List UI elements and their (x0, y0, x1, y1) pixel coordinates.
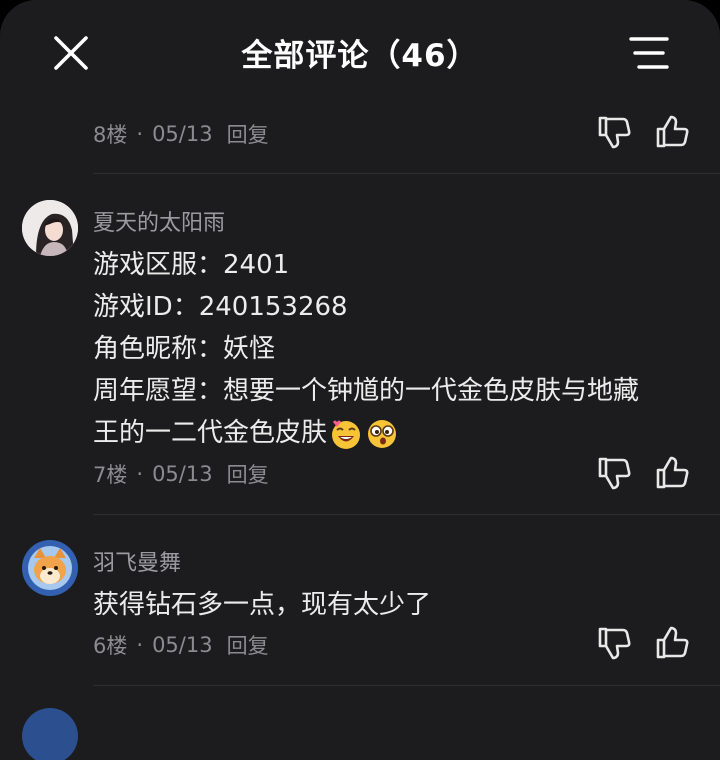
comment-meta: 8楼 · 05/13 回复 (93, 119, 269, 149)
like-button[interactable] (654, 625, 690, 661)
thumbs-up-icon[interactable] (654, 455, 690, 491)
reply-button[interactable]: 回复 (227, 119, 269, 149)
floor-label: 8楼 (93, 123, 128, 147)
thumbs-down-icon[interactable] (596, 455, 632, 491)
avatar[interactable] (22, 200, 78, 256)
avatar-girl-image (22, 200, 78, 256)
reply-button[interactable]: 回复 (227, 630, 269, 660)
comment-date: 05/13 (152, 633, 213, 657)
thumbs-down-icon[interactable] (596, 114, 632, 150)
comment-date: 05/13 (152, 462, 213, 486)
thumbs-down-icon[interactable] (596, 625, 632, 661)
header: 全部评论（46） (0, 0, 720, 104)
page-title: 全部评论（46） (241, 38, 479, 74)
username[interactable]: 夏天的太阳雨 (93, 205, 225, 237)
comment-date: 05/13 (152, 122, 213, 146)
menu-lines-icon[interactable] (628, 34, 670, 74)
divider (93, 173, 720, 174)
meta-separator: · (136, 462, 144, 486)
meta-separator: · (136, 122, 144, 146)
comment-text-line: 获得钻石多一点，现有太少了 (93, 590, 432, 620)
like-button[interactable] (654, 455, 690, 491)
comment-meta: 6楼 · 05/13 回复 (93, 630, 269, 660)
grinning-face-with-heart-emoji (332, 420, 361, 449)
menu-button[interactable] (628, 34, 670, 74)
dislike-button[interactable] (596, 625, 632, 661)
floor-label: 7楼 (93, 463, 128, 487)
peeking-surprised-face-emoji (368, 419, 397, 448)
dislike-button[interactable] (596, 455, 632, 491)
comment-text-line: 王的一二代金色皮肤 (93, 418, 328, 448)
reply-button[interactable]: 回复 (227, 459, 269, 489)
comment-meta: 7楼 · 05/13 回复 (93, 459, 269, 489)
thumbs-up-icon[interactable] (654, 625, 690, 661)
floor-label: 6楼 (93, 634, 128, 658)
divider (93, 514, 720, 515)
like-button[interactable] (654, 114, 690, 150)
comment-text-line: 周年愿望：想要一个钟馗的一代金色皮肤与地藏 (93, 376, 640, 406)
comments-sheet: 全部评论（46） 8楼 · 05/13 回复 夏天的太阳雨 游戏区服：2401 … (0, 0, 720, 760)
comment-text-line: 游戏ID：240153268 (93, 292, 348, 322)
username[interactable]: 羽飞曼舞 (93, 545, 181, 577)
meta-separator: · (136, 633, 144, 657)
avatar-shiba-dog-image (22, 540, 78, 596)
dislike-button[interactable] (596, 114, 632, 150)
comment-text-line-with-emoji: 王的一二代金色皮肤 (93, 412, 399, 451)
divider (93, 685, 720, 686)
comment-text-line: 游戏区服：2401 (93, 250, 290, 280)
avatar[interactable] (22, 540, 78, 596)
thumbs-up-icon[interactable] (654, 114, 690, 150)
comment-text-line: 角色昵称：妖怪 (93, 334, 276, 364)
